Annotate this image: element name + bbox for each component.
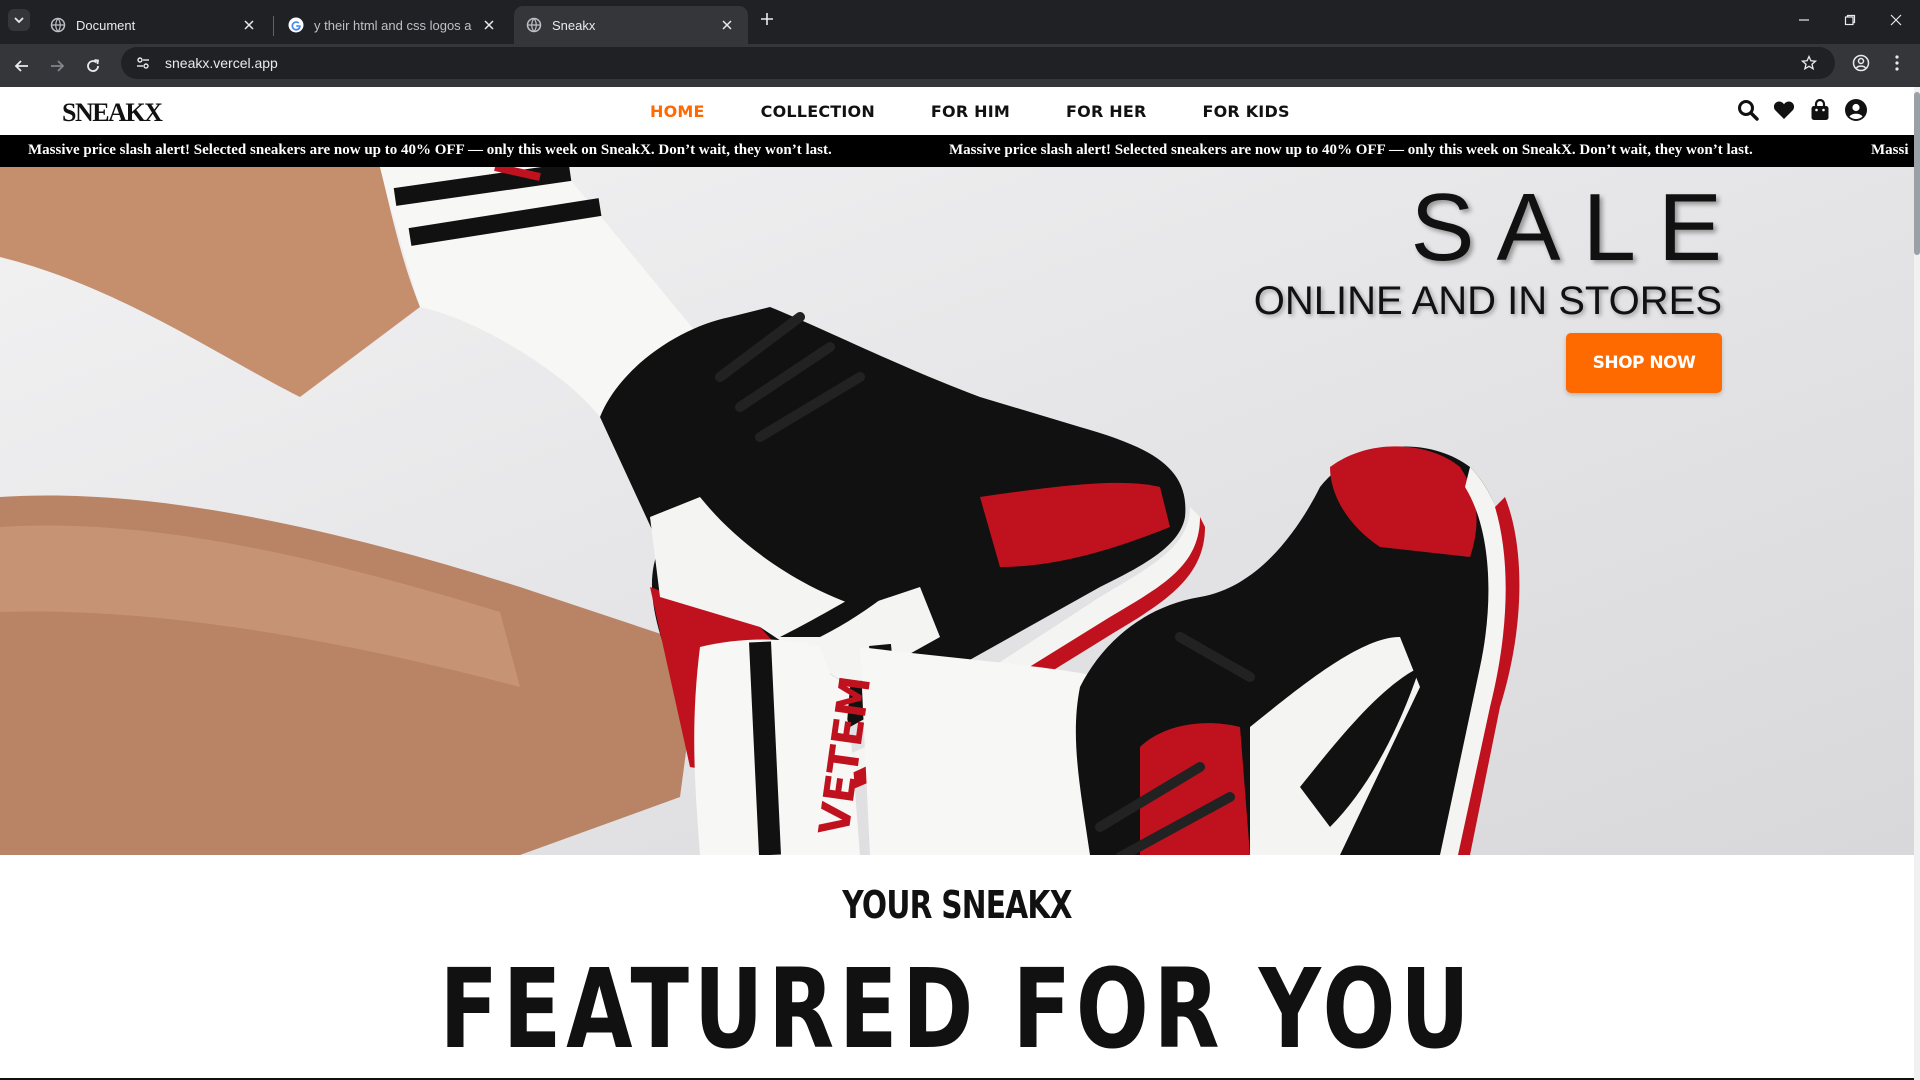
plus-icon	[761, 13, 773, 25]
nav-home[interactable]: HOME	[650, 102, 705, 121]
close-icon[interactable]	[480, 16, 498, 34]
account-icon[interactable]	[1843, 97, 1869, 123]
site-header: SNEAKX HOME COLLECTION FOR HIM FOR HER F…	[0, 87, 1914, 135]
restore-icon	[1844, 14, 1856, 26]
ticker-message: Massive price slash alert! Selected snea…	[28, 142, 832, 158]
reload-button[interactable]	[79, 52, 107, 80]
heart-icon[interactable]	[1771, 97, 1797, 123]
tab-search-button[interactable]	[8, 9, 30, 31]
nav-collection[interactable]: COLLECTION	[761, 102, 875, 121]
google-icon	[288, 17, 304, 33]
ticker-message: Massi	[1871, 142, 1909, 158]
menu-button[interactable]	[1885, 51, 1909, 75]
close-icon[interactable]	[240, 16, 258, 34]
site-logo[interactable]: SNEAKX	[62, 98, 163, 128]
url-text: sneakx.vercel.app	[165, 55, 278, 71]
profile-button[interactable]	[1849, 51, 1873, 75]
scrollbar-thumb[interactable]	[1914, 92, 1920, 255]
chevron-down-icon	[14, 17, 24, 24]
tab-document[interactable]: Document	[38, 6, 270, 44]
tab-separator	[273, 16, 274, 36]
header-icons	[1725, 97, 1869, 123]
nav-for-him[interactable]: FOR HIM	[931, 102, 1010, 121]
tab-title: Sneakx	[552, 17, 596, 33]
reload-icon	[87, 59, 100, 72]
browser-tab-bar: Document y their html and css logos are …	[0, 0, 1920, 44]
restore-button[interactable]	[1832, 6, 1868, 34]
minimize-icon	[1799, 19, 1809, 21]
hero-title: SALE	[1410, 174, 1744, 281]
close-icon[interactable]	[718, 16, 736, 34]
kebab-menu-icon	[1895, 55, 1899, 71]
ticker-message: Massive price slash alert! Selected snea…	[949, 142, 1753, 158]
search-icon[interactable]	[1735, 97, 1761, 123]
arrow-right-icon	[51, 60, 65, 72]
site-info-icon[interactable]	[133, 53, 153, 73]
tab-google-search[interactable]: y their html and css logos are li	[276, 6, 510, 44]
minimize-button[interactable]	[1786, 6, 1822, 34]
promo-ticker: Massive price slash alert! Selected snea…	[0, 135, 1914, 167]
web-page: SNEAKX HOME COLLECTION FOR HIM FOR HER F…	[0, 87, 1920, 1080]
tab-title: Document	[76, 17, 136, 33]
address-bar[interactable]: sneakx.vercel.app	[121, 47, 1835, 79]
star-icon[interactable]	[1799, 53, 1819, 73]
globe-icon	[50, 17, 66, 33]
featured-heading: FEATURED FOR YOU	[439, 945, 1475, 1073]
back-button[interactable]	[8, 52, 36, 80]
globe-icon	[526, 17, 542, 33]
hero-banner: VETEM SALE ONLINE AND IN STORES SHOP NOW	[0, 167, 1914, 855]
forward-button[interactable]	[43, 52, 71, 80]
nav-for-her[interactable]: FOR HER	[1066, 102, 1146, 121]
new-tab-button[interactable]	[758, 10, 776, 28]
bag-icon[interactable]	[1807, 97, 1833, 123]
hero-subtitle: ONLINE AND IN STORES	[1253, 279, 1722, 323]
arrow-left-icon	[14, 60, 28, 72]
close-window-button[interactable]	[1878, 6, 1914, 34]
main-nav: HOME COLLECTION FOR HIM FOR HER FOR KIDS	[650, 102, 1346, 121]
featured-kicker: YOUR SNEAKX	[842, 883, 1072, 927]
tab-title: y their html and css logos are li	[314, 17, 472, 33]
nav-for-kids[interactable]: FOR KIDS	[1202, 102, 1289, 121]
shop-now-button[interactable]: SHOP NOW	[1566, 333, 1722, 393]
close-icon	[1890, 14, 1902, 26]
tab-sneakx[interactable]: Sneakx	[514, 6, 748, 44]
profile-icon	[1852, 54, 1870, 72]
